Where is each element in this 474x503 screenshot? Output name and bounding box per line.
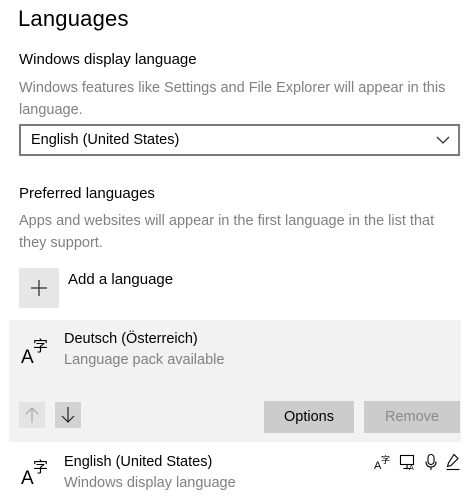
language-status: Windows display language xyxy=(64,475,236,491)
language-name: Deutsch (Österreich) xyxy=(64,331,198,347)
chevron-down-icon xyxy=(434,132,452,148)
handwriting-icon xyxy=(445,453,461,471)
svg-text:字: 字 xyxy=(381,454,390,466)
display-language-description: Windows features like Settings and File … xyxy=(19,80,446,118)
svg-text:字: 字 xyxy=(33,458,48,476)
text-input-icon: A 字 xyxy=(374,453,392,471)
remove-button[interactable]: Remove xyxy=(364,401,460,433)
svg-text:字: 字 xyxy=(33,337,48,355)
language-icon: A 字 xyxy=(21,335,51,368)
display-language-heading: Windows display language xyxy=(19,51,197,68)
language-feature-icons: A 字 A xyxy=(374,452,461,472)
page-title: Languages xyxy=(18,6,129,31)
plus-icon xyxy=(31,280,47,296)
preferred-languages-description: Apps and websites will appear in the fir… xyxy=(19,213,435,251)
move-down-button[interactable] xyxy=(55,402,81,428)
display-language-icon: A xyxy=(399,453,417,471)
add-language-label[interactable]: Add a language xyxy=(68,271,173,288)
svg-text:A: A xyxy=(409,465,414,471)
speech-icon xyxy=(424,453,438,471)
options-button[interactable]: Options xyxy=(264,401,354,433)
dropdown-selected-value: English (United States) xyxy=(31,132,180,148)
language-status: Language pack available xyxy=(64,352,225,368)
language-item-deutsch[interactable]: A 字 Deutsch (Österreich) Language pack a… xyxy=(9,320,461,442)
language-name: English (United States) xyxy=(64,454,213,470)
display-language-dropdown[interactable]: English (United States) xyxy=(19,124,460,156)
arrow-down-icon xyxy=(61,407,75,423)
move-up-button[interactable] xyxy=(19,402,45,428)
arrow-up-icon xyxy=(25,407,39,423)
add-language-button[interactable] xyxy=(19,268,59,308)
language-item-english[interactable]: A 字 English (United States) Windows disp… xyxy=(9,446,461,503)
preferred-languages-heading: Preferred languages xyxy=(19,185,155,202)
language-icon: A 字 xyxy=(21,456,51,489)
